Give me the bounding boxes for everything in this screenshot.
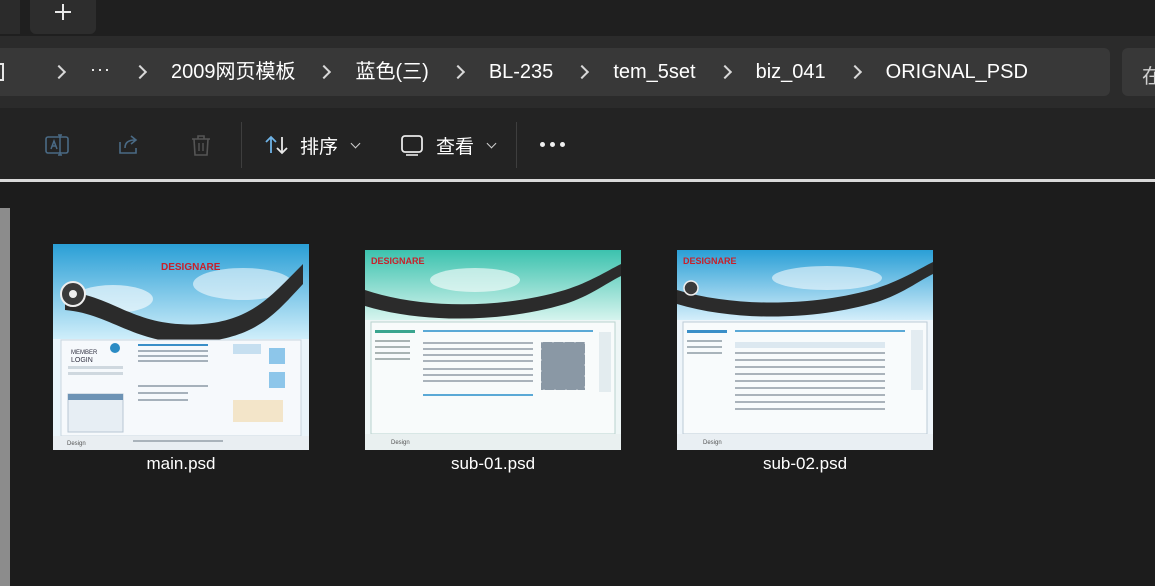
svg-text:DESIGNARE: DESIGNARE <box>161 262 221 273</box>
svg-text:LOGIN: LOGIN <box>71 357 93 364</box>
file-thumbnail: DESIGNARE MEMBER LOGIN Design <box>53 244 309 450</box>
tab-close-icon[interactable]: × <box>0 0 2 24</box>
search-input[interactable]: 在 <box>1122 48 1155 96</box>
breadcrumb-item[interactable]: tem_5set <box>613 48 695 96</box>
svg-text:Design: Design <box>67 441 86 447</box>
file-name[interactable]: sub-01.psd <box>365 454 621 474</box>
file-item[interactable]: DESIGNARE MEMBER LOGIN Design main.psd <box>53 244 309 474</box>
sort-icon <box>265 135 288 155</box>
chevron-right-icon[interactable] <box>317 64 332 80</box>
chevron-down-icon <box>486 138 497 148</box>
command-separator <box>241 122 242 168</box>
file-list: DESIGNARE MEMBER LOGIN Design main.psd D… <box>0 182 1155 586</box>
file-thumbnail: DESIGNARE Design <box>677 250 933 450</box>
chevron-right-icon[interactable] <box>575 64 590 80</box>
psd-preview-image: DESIGNARE Design <box>365 250 621 450</box>
navigation-row: ··· 2009网页模板 蓝色(三) BL-235 tem_5set biz_0… <box>0 36 1155 108</box>
chevron-right-icon[interactable] <box>51 64 67 80</box>
navigation-pane-scrollbar[interactable] <box>0 208 10 586</box>
command-bar: 排序 查看 <box>0 108 1155 180</box>
file-name[interactable]: sub-02.psd <box>677 454 933 474</box>
command-separator <box>516 122 517 168</box>
breadcrumb-item[interactable]: 蓝色(三) <box>355 48 428 96</box>
svg-text:DESIGNARE: DESIGNARE <box>371 256 425 266</box>
breadcrumb-item[interactable]: BL-235 <box>489 48 554 96</box>
breadcrumb: ··· 2009网页模板 蓝色(三) BL-235 tem_5set biz_0… <box>0 48 1028 96</box>
share-icon[interactable] <box>116 132 142 158</box>
svg-text:Design: Design <box>703 440 722 446</box>
breadcrumb-item[interactable]: 2009网页模板 <box>171 48 296 96</box>
svg-text:DESIGNARE: DESIGNARE <box>683 256 737 266</box>
svg-text:Design: Design <box>391 440 410 446</box>
chevron-right-icon[interactable] <box>717 64 732 80</box>
tab-current[interactable]: × <box>0 0 20 34</box>
trash-icon[interactable] <box>188 132 214 158</box>
view-icon <box>401 135 423 156</box>
file-item[interactable]: DESIGNARE <box>365 250 621 474</box>
plus-icon <box>50 0 76 26</box>
rename-icon[interactable] <box>44 132 70 158</box>
file-explorer-window: × ··· 2009网页模板 蓝色(三) BL-235 tem_5set biz… <box>0 0 1155 586</box>
computer-icon[interactable] <box>0 63 4 81</box>
psd-preview-image: DESIGNARE Design <box>677 250 933 450</box>
svg-text:MEMBER: MEMBER <box>71 350 98 356</box>
chevron-right-icon[interactable] <box>132 64 148 80</box>
file-name[interactable]: main.psd <box>53 454 309 474</box>
psd-preview-image: DESIGNARE MEMBER LOGIN Design <box>53 244 309 450</box>
file-thumbnail: DESIGNARE Design <box>365 250 621 450</box>
view-label: 查看 <box>436 136 475 158</box>
file-item[interactable]: DESIGNARE <box>677 250 933 474</box>
breadcrumb-item[interactable]: biz_041 <box>756 48 826 96</box>
sort-label: 排序 <box>300 136 339 158</box>
breadcrumb-more-button[interactable]: ··· <box>90 59 111 80</box>
breadcrumb-item[interactable]: ORIGNAL_PSD <box>886 48 1028 96</box>
more-dots-icon[interactable] <box>540 142 565 147</box>
chevron-down-icon <box>350 138 361 148</box>
view-button[interactable]: 查看 <box>400 124 497 166</box>
tab-strip: × <box>0 0 1155 36</box>
chevron-right-icon[interactable] <box>847 64 862 80</box>
chevron-right-icon[interactable] <box>450 64 465 80</box>
new-tab-button[interactable] <box>30 0 96 34</box>
sort-button[interactable]: 排序 <box>264 124 361 166</box>
search-placeholder: 在 <box>1142 66 1155 88</box>
